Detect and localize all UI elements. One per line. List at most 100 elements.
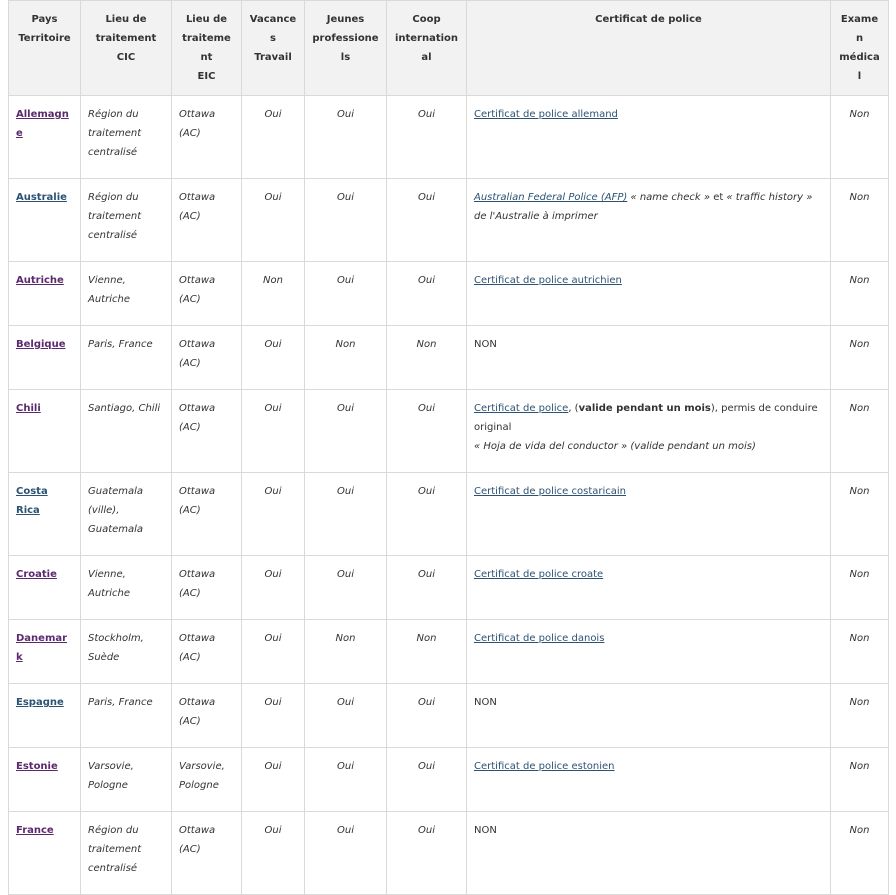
coop-cell: Oui <box>386 811 467 895</box>
certificat-cell: Certificat de police croate <box>466 555 831 620</box>
coop-cell: Non <box>386 619 467 684</box>
table-row: Espagne Paris, France Ottawa (AC) Oui Ou… <box>8 683 889 748</box>
eic-cell: Ottawa (AC) <box>171 95 242 179</box>
vacances-cell: Oui <box>241 95 305 179</box>
country-link[interactable]: Chili <box>16 403 41 414</box>
certificat-text: « name check » <box>627 192 714 203</box>
jeunes-cell: Non <box>304 325 387 390</box>
examen-cell: Non <box>830 555 889 620</box>
eic-cell: Ottawa (AC) <box>171 261 242 326</box>
jeunes-cell: Oui <box>304 389 387 473</box>
table-header: Pays Territoire Lieu de traitement CIC Lieu… <box>8 0 889 96</box>
country-link[interactable]: Costa Rica <box>16 486 48 516</box>
vacances-cell: Non <box>241 261 305 326</box>
certificat-text: et <box>713 192 724 203</box>
certificat-link[interactable]: Australian Federal Police (AFP) <box>474 192 627 203</box>
header-eic: Lieu de traitement EIC <box>171 0 242 96</box>
country-link[interactable]: Belgique <box>16 339 65 350</box>
country-link[interactable]: Autriche <box>16 275 64 286</box>
examen-cell: Non <box>830 683 889 748</box>
vacances-cell: Oui <box>241 811 305 895</box>
table-row: Costa Rica Guatemala (ville), Guatemala … <box>8 472 889 556</box>
examen-cell: Non <box>830 389 889 473</box>
table-row: Autriche Vienne, Autriche Ottawa (AC) No… <box>8 261 889 326</box>
table-row: Estonie Varsovie, Pologne Varsovie, Polo… <box>8 747 889 812</box>
eic-cell: Ottawa (AC) <box>171 619 242 684</box>
cic-cell: Varsovie, Pologne <box>80 747 172 812</box>
eic-cell: Ottawa (AC) <box>171 472 242 556</box>
certificat-link[interactable]: Certificat de police costaricain <box>474 486 626 497</box>
certificat-cell: Certificat de police estonien <box>466 747 831 812</box>
coop-cell: Oui <box>386 389 467 473</box>
eic-cell: Ottawa (AC) <box>171 555 242 620</box>
certificat-text: , ( <box>568 403 579 414</box>
header-vacances: Vacances Travail <box>241 0 305 96</box>
table-row: France Région du traitement centralisé O… <box>8 811 889 895</box>
header-examen: Examen médical <box>830 0 889 96</box>
vacances-cell: Oui <box>241 325 305 390</box>
eic-cell: Ottawa (AC) <box>171 683 242 748</box>
examen-cell: Non <box>830 619 889 684</box>
cic-cell: Région du traitement centralisé <box>80 178 172 262</box>
certificat-cell: NON <box>466 325 831 390</box>
jeunes-cell: Oui <box>304 95 387 179</box>
cic-cell: Stockholm, Suède <box>80 619 172 684</box>
requirements-table: Pays Territoire Lieu de traitement CIC Lieu… <box>8 0 889 895</box>
vacances-cell: Oui <box>241 472 305 556</box>
examen-cell: Non <box>830 178 889 262</box>
country-link[interactable]: France <box>16 825 54 836</box>
jeunes-cell: Oui <box>304 555 387 620</box>
country-link[interactable]: Allemagne <box>16 109 69 139</box>
vacances-cell: Oui <box>241 619 305 684</box>
jeunes-cell: Oui <box>304 811 387 895</box>
country-link[interactable]: Danemark <box>16 633 67 663</box>
coop-cell: Oui <box>386 261 467 326</box>
certificat-link[interactable]: Certificat de police allemand <box>474 109 618 120</box>
table-row: Australie Région du traitement centralis… <box>8 178 889 262</box>
certificat-cell: NON <box>466 683 831 748</box>
table-row: Danemark Stockholm, Suède Ottawa (AC) Ou… <box>8 619 889 684</box>
eic-cell: Ottawa (AC) <box>171 178 242 262</box>
eic-cell: Ottawa (AC) <box>171 811 242 895</box>
certificat-link[interactable]: Certificat de police danois <box>474 633 604 644</box>
jeunes-cell: Non <box>304 619 387 684</box>
coop-cell: Oui <box>386 95 467 179</box>
cic-cell: Paris, France <box>80 325 172 390</box>
vacances-cell: Oui <box>241 683 305 748</box>
country-link[interactable]: Croatie <box>16 569 57 580</box>
eic-cell: Ottawa (AC) <box>171 325 242 390</box>
certificat-link[interactable]: Certificat de police autrichien <box>474 275 622 286</box>
examen-cell: Non <box>830 811 889 895</box>
examen-cell: Non <box>830 472 889 556</box>
jeunes-cell: Oui <box>304 178 387 262</box>
jeunes-cell: Oui <box>304 472 387 556</box>
examen-cell: Non <box>830 325 889 390</box>
table-row: Croatie Vienne, Autriche Ottawa (AC) Oui… <box>8 555 889 620</box>
cic-cell: Vienne, Autriche <box>80 261 172 326</box>
examen-cell: Non <box>830 261 889 326</box>
cic-cell: Santiago, Chili <box>80 389 172 473</box>
header-jeunes: Jeunes professionels <box>304 0 387 96</box>
vacances-cell: Oui <box>241 178 305 262</box>
certificat-text: « Hoja de vida del conductor » (valide p… <box>474 441 756 452</box>
table-row: Belgique Paris, France Ottawa (AC) Oui N… <box>8 325 889 390</box>
certificat-cell: Australian Federal Police (AFP) « name c… <box>466 178 831 262</box>
certificat-link[interactable]: Certificat de police <box>474 403 568 414</box>
certificat-cell: Certificat de police allemand <box>466 95 831 179</box>
certificat-cell: Certificat de police danois <box>466 619 831 684</box>
cic-cell: Région du traitement centralisé <box>80 811 172 895</box>
country-link[interactable]: Espagne <box>16 697 64 708</box>
header-pays: Pays Territoire <box>8 0 81 96</box>
jeunes-cell: Oui <box>304 683 387 748</box>
coop-cell: Oui <box>386 683 467 748</box>
cic-cell: Guatemala (ville), Guatemala <box>80 472 172 556</box>
coop-cell: Oui <box>386 555 467 620</box>
jeunes-cell: Oui <box>304 747 387 812</box>
vacances-cell: Oui <box>241 555 305 620</box>
vacances-cell: Oui <box>241 747 305 812</box>
country-link[interactable]: Australie <box>16 192 67 203</box>
certificat-link[interactable]: Certificat de police croate <box>474 569 603 580</box>
table-row: Allemagne Région du traitement centralis… <box>8 95 889 179</box>
coop-cell: Oui <box>386 747 467 812</box>
certificat-bold-text: valide pendant un mois <box>578 403 711 414</box>
